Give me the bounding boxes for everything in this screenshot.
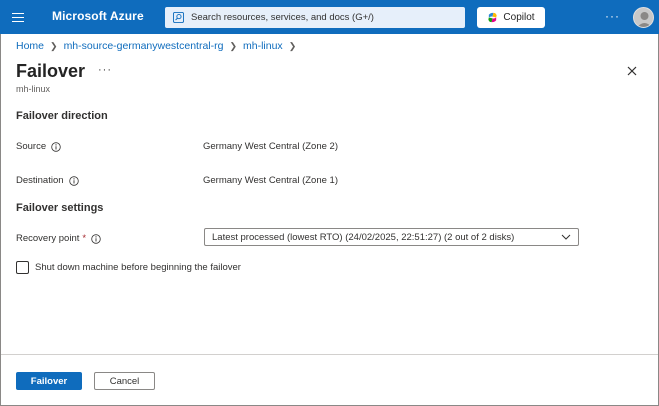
footer-divider (1, 354, 658, 355)
source-label-row: Source (16, 141, 61, 152)
info-icon[interactable] (51, 141, 61, 152)
page-title: Failover (16, 61, 86, 81)
breadcrumb: Home ❯ mh-source-germanywestcentral-rg ❯… (16, 40, 302, 52)
source-label: Source (16, 141, 47, 152)
recovery-point-selected: Latest processed (lowest RTO) (24/02/202… (212, 231, 515, 243)
info-icon[interactable] (91, 233, 101, 244)
azure-brand-title[interactable]: Microsoft Azure (52, 9, 144, 23)
chevron-right-icon: ❯ (229, 40, 237, 51)
search-placeholder: Search resources, services, and docs (G+… (191, 12, 374, 23)
copilot-label: Copilot (503, 12, 535, 23)
breadcrumb-home[interactable]: Home (16, 40, 44, 52)
shutdown-checkbox-row[interactable]: Shut down machine before beginning the f… (16, 261, 241, 274)
recovery-point-label-row: Recovery point * (16, 233, 101, 244)
search-icon (173, 12, 184, 23)
failover-blade (0, 34, 659, 406)
copilot-button[interactable]: Copilot (477, 7, 545, 28)
info-icon[interactable] (68, 175, 79, 186)
shutdown-checkbox[interactable] (16, 261, 29, 274)
page-subtitle: mh-linux (16, 84, 51, 94)
failover-direction-heading: Failover direction (16, 110, 108, 122)
breadcrumb-vm[interactable]: mh-linux (243, 40, 283, 52)
chevron-down-icon (561, 234, 571, 240)
global-search-input[interactable]: Search resources, services, and docs (G+… (165, 7, 465, 28)
recovery-point-dropdown[interactable]: Latest processed (lowest RTO) (24/02/202… (204, 228, 579, 246)
more-options-icon[interactable]: ··· (605, 9, 620, 23)
failover-button[interactable]: Failover (16, 372, 82, 390)
user-avatar[interactable] (633, 7, 654, 28)
breadcrumb-resource-group[interactable]: mh-source-germanywestcentral-rg (64, 40, 224, 52)
chevron-right-icon: ❯ (50, 40, 58, 51)
shutdown-checkbox-label[interactable]: Shut down machine before beginning the f… (35, 262, 241, 273)
required-mark: * (82, 233, 87, 244)
copilot-icon (488, 12, 498, 23)
source-value: Germany West Central (Zone 2) (203, 141, 338, 152)
top-navigation-bar: Microsoft Azure Search resources, servic… (0, 0, 659, 34)
destination-label: Destination (16, 175, 64, 186)
destination-value: Germany West Central (Zone 1) (203, 175, 338, 186)
chevron-right-icon: ❯ (288, 40, 297, 51)
cancel-button[interactable]: Cancel (94, 372, 155, 390)
menu-hamburger-icon[interactable] (10, 10, 26, 24)
person-icon (637, 12, 652, 27)
failover-settings-heading: Failover settings (16, 202, 104, 214)
recovery-point-label: Recovery point (16, 233, 80, 244)
close-icon[interactable] (625, 64, 639, 78)
destination-label-row: Destination (16, 175, 79, 186)
title-more-options-icon[interactable]: ··· (98, 64, 112, 76)
